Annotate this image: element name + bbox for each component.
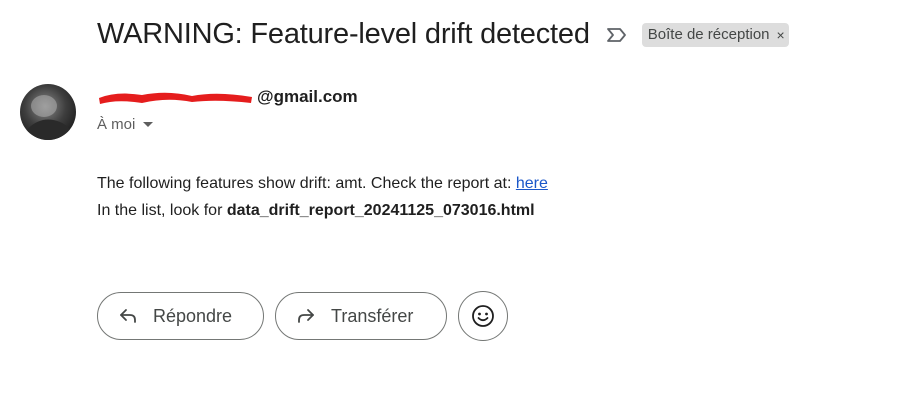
inbox-label-text: Boîte de réception: [647, 26, 770, 43]
important-marker-icon[interactable]: [606, 27, 628, 43]
forward-label: Transférer: [331, 305, 414, 326]
emoji-reaction-button[interactable]: [458, 291, 508, 341]
forward-icon: [296, 306, 316, 326]
body-line-2: In the list, look for data_drift_report_…: [97, 197, 548, 224]
forward-button[interactable]: Transférer: [275, 292, 447, 340]
redaction-mark: [97, 88, 255, 106]
report-link[interactable]: here: [516, 175, 548, 192]
subject-row: WARNING: Feature-level drift detected Bo…: [97, 18, 789, 51]
reply-label: Répondre: [153, 305, 233, 326]
email-actions: Répondre Transférer: [97, 291, 508, 341]
reply-icon: [118, 306, 138, 326]
smiley-icon: [471, 304, 495, 328]
remove-label-icon[interactable]: ×: [777, 27, 785, 43]
recipient-text: À moi: [97, 116, 136, 133]
sender-email-text: @gmail.com: [257, 87, 358, 106]
body-line-2-text: In the list, look for: [97, 202, 227, 219]
body-line-1-text: The following features show drift: amt. …: [97, 175, 516, 192]
sender-avatar[interactable]: [20, 84, 76, 140]
inbox-label-chip[interactable]: Boîte de réception ×: [641, 22, 789, 47]
report-filename: data_drift_report_20241125_073016.html: [226, 202, 535, 219]
email-body: The following features show drift: amt. …: [97, 170, 548, 224]
reply-button[interactable]: Répondre: [97, 292, 264, 340]
sender-address[interactable]: @gmail.com: [97, 87, 358, 107]
recipient-dropdown[interactable]: À moi: [97, 116, 154, 133]
email-subject: WARNING: Feature-level drift detected: [97, 18, 590, 50]
body-line-1: The following features show drift: amt. …: [97, 170, 548, 197]
chevron-down-icon: [143, 122, 154, 127]
